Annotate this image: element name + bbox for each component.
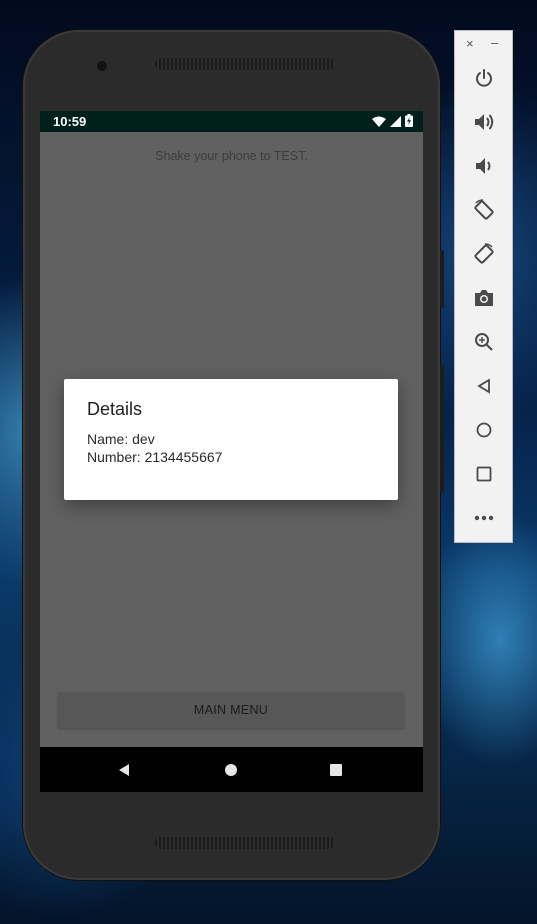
rotate-left-icon[interactable] xyxy=(469,195,499,225)
main-menu-button[interactable]: MAIN MENU xyxy=(58,692,404,728)
back-icon[interactable] xyxy=(469,371,499,401)
home-icon[interactable] xyxy=(221,760,241,780)
zoom-icon[interactable] xyxy=(469,327,499,357)
camera-icon[interactable] xyxy=(469,283,499,313)
bottom-speaker-grille xyxy=(155,837,335,849)
power-icon[interactable] xyxy=(469,63,499,93)
front-camera xyxy=(97,61,107,71)
signal-icon xyxy=(390,115,401,130)
toolbar-minimize-button[interactable]: – xyxy=(491,35,498,50)
back-icon[interactable] xyxy=(114,760,134,780)
dialog-number-line: Number: 2134455667 xyxy=(87,449,223,465)
wifi-icon xyxy=(372,115,386,130)
dialog-name-line: Name: dev xyxy=(87,431,155,447)
battery-charging-icon xyxy=(405,114,413,130)
recents-icon[interactable] xyxy=(326,760,346,780)
emulator-toolbar: × – xyxy=(454,30,513,543)
more-icon[interactable] xyxy=(469,503,499,533)
navigation-bar xyxy=(40,747,423,792)
shake-hint-text: Shake your phone to TEST. xyxy=(155,149,308,163)
details-dialog[interactable]: Details Name: dev Number: 2134455667 xyxy=(64,379,398,500)
status-time: 10:59 xyxy=(53,114,87,129)
dialog-title: Details xyxy=(87,399,143,419)
volume-side-button[interactable] xyxy=(440,365,444,493)
phone-screen: 10:59 Shake your phone to TEST. Details … xyxy=(40,111,423,792)
toolbar-close-button[interactable]: × xyxy=(466,36,474,51)
power-side-button[interactable] xyxy=(440,250,444,308)
rotate-right-icon[interactable] xyxy=(469,239,499,269)
volume-up-icon[interactable] xyxy=(469,107,499,137)
home-icon[interactable] xyxy=(469,415,499,445)
status-bar: 10:59 xyxy=(40,111,423,132)
overview-icon[interactable] xyxy=(469,459,499,489)
top-speaker-grille xyxy=(155,58,335,70)
volume-down-icon[interactable] xyxy=(469,151,499,181)
